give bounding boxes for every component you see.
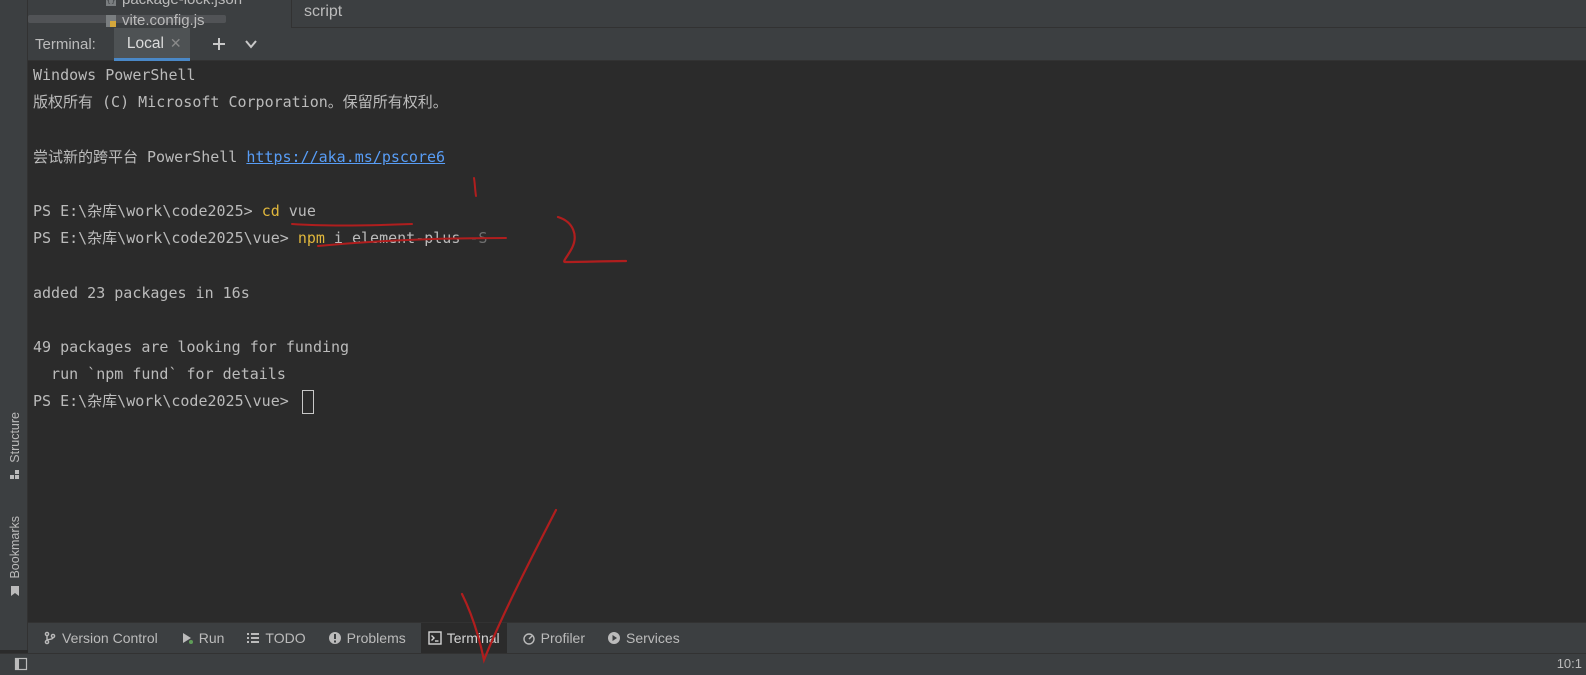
terminal-title: Terminal:: [35, 35, 96, 53]
terminal-param: -S: [469, 229, 488, 248]
pscore-link[interactable]: https://aka.ms/pscore6: [246, 148, 445, 166]
editor-breadcrumb[interactable]: script: [304, 3, 342, 21]
terminal-prompt: PS E:\杂库\work\code2025\vue>: [33, 229, 298, 248]
services-icon: [608, 632, 621, 644]
tool-label: Version Control: [62, 630, 158, 646]
tool-label: Profiler: [540, 630, 586, 646]
git-branch-icon: [44, 631, 56, 645]
tool-todo[interactable]: TODO: [239, 623, 312, 654]
bookmark-icon: [11, 585, 19, 596]
todo-list-icon: [247, 633, 260, 643]
terminal-line: PS E:\杂库\work\code2025\vue> npm i elemen…: [33, 225, 1586, 252]
run-icon: [182, 633, 193, 644]
tool-label: Run: [198, 630, 225, 646]
top-area: {} package-lock.json vite.config.js scri…: [28, 0, 1586, 28]
bookmarks-side-tab[interactable]: Bookmarks: [4, 516, 26, 597]
terminal-line: 版权所有 (C) Microsoft Corporation。保留所有权利。: [33, 93, 448, 112]
terminal-line: 尝试新的跨平台 PowerShell https://aka.ms/pscore…: [33, 144, 1586, 171]
tree-file-label: vite.config.js: [122, 12, 205, 28]
tool-label: Terminal: [446, 630, 500, 646]
tree-file-label: package-lock.json: [122, 0, 242, 8]
terminal-line: 49 packages are looking for funding: [33, 337, 350, 356]
terminal-args: i element-plus: [324, 229, 470, 248]
terminal-tab-local[interactable]: Local ✕: [113, 27, 190, 61]
terminal-tab-label: Local: [126, 35, 164, 52]
bookmarks-side-tab-label: Bookmarks: [8, 516, 22, 579]
terminal-line: Windows PowerShell: [33, 66, 196, 84]
chevron-down-icon: [244, 40, 257, 49]
terminal-line: PS E:\杂库\work\code2025\vue>: [33, 388, 1586, 415]
new-terminal-button[interactable]: [208, 33, 230, 55]
structure-side-tab-label: Structure: [8, 412, 22, 463]
terminal-prompt: PS E:\杂库\work\code2025>: [33, 201, 262, 220]
tool-services[interactable]: Services: [600, 623, 687, 654]
tool-version-control[interactable]: Version Control: [36, 623, 165, 654]
status-time: 10:1: [1556, 656, 1582, 671]
tree-file-package-lock[interactable]: {} package-lock.json: [104, 0, 242, 8]
structure-icon: [10, 469, 19, 479]
js-file-icon: [106, 14, 116, 27]
terminal-dropdown-button[interactable]: [240, 33, 262, 55]
status-bar: 10:1: [0, 653, 1586, 675]
toggle-tool-windows-icon[interactable]: [14, 657, 28, 671]
tool-label: Services: [626, 630, 680, 646]
ide-window: Structure Bookmarks {} package-lock.json: [0, 0, 1586, 675]
terminal-icon: [428, 631, 442, 645]
terminal-args: vue: [279, 201, 316, 220]
terminal-line: run `npm fund` for details: [33, 365, 286, 384]
terminal-line: PS E:\杂库\work\code2025> cd vue: [33, 198, 1586, 225]
tool-terminal[interactable]: Terminal: [420, 622, 507, 654]
terminal-text: 尝试新的跨平台 PowerShell: [33, 147, 247, 166]
terminal-tab-bar: Terminal: Local ✕: [28, 27, 1586, 61]
plus-icon: [212, 38, 225, 50]
profiler-icon: [522, 633, 535, 645]
tool-run[interactable]: Run: [173, 623, 232, 654]
left-tool-strip: Structure Bookmarks: [0, 0, 28, 650]
tool-label: Problems: [346, 630, 406, 646]
problems-icon: [328, 632, 341, 644]
tree-file-vite-config[interactable]: vite.config.js: [104, 12, 205, 28]
terminal-output[interactable]: Windows PowerShell 版权所有 (C) Microsoft Co…: [28, 62, 1586, 622]
terminal-command: cd: [261, 201, 280, 220]
terminal-prompt: PS E:\杂库\work\code2025\vue>: [33, 392, 298, 411]
terminal-line: added 23 packages in 16s: [33, 283, 250, 302]
svg-text:{}: {}: [107, 0, 116, 5]
tool-profiler[interactable]: Profiler: [515, 623, 592, 654]
terminal-command: npm: [297, 229, 325, 248]
tool-window-bar: Version Control Run TODO Problems Termin…: [28, 622, 1586, 654]
tool-problems[interactable]: Problems: [321, 623, 413, 654]
terminal-cursor[interactable]: [301, 389, 314, 414]
close-icon[interactable]: ✕: [170, 37, 182, 51]
json-file-icon: {}: [106, 0, 116, 6]
tool-label: TODO: [265, 630, 306, 646]
project-tree: {} package-lock.json vite.config.js: [28, 0, 292, 28]
structure-side-tab[interactable]: Structure: [4, 412, 26, 481]
